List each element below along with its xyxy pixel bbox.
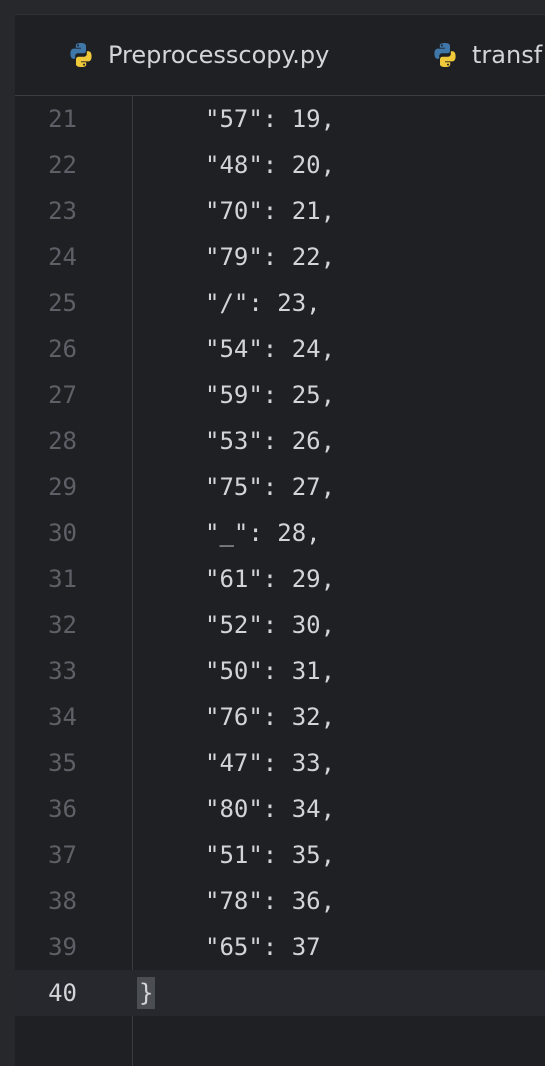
code-line: 36 "80": 34, bbox=[15, 786, 545, 832]
line-text[interactable]: "70": 21, bbox=[205, 197, 335, 225]
code-line: 23 "70": 21, bbox=[15, 188, 545, 234]
top-toolbar-strip bbox=[0, 0, 545, 15]
line-text[interactable]: "47": 33, bbox=[205, 749, 335, 777]
line-number: 39 bbox=[48, 933, 77, 961]
line-number: 30 bbox=[48, 519, 77, 547]
line-number: 21 bbox=[48, 105, 77, 133]
tab-label: transf bbox=[472, 41, 543, 69]
line-number: 31 bbox=[48, 565, 77, 593]
line-number: 34 bbox=[48, 703, 77, 731]
code-line: 33 "50": 31, bbox=[15, 648, 545, 694]
line-number: 37 bbox=[48, 841, 77, 869]
line-number: 33 bbox=[48, 657, 77, 685]
code-line: 29 "75": 27, bbox=[15, 464, 545, 510]
line-text[interactable]: "65": 37 bbox=[205, 933, 321, 961]
line-text[interactable]: "50": 31, bbox=[205, 657, 335, 685]
code-line: 24 "79": 22, bbox=[15, 234, 545, 280]
line-text[interactable]: "48": 20, bbox=[205, 151, 335, 179]
line-text[interactable]: "51": 35, bbox=[205, 841, 335, 869]
code-editor: Preprocesscopy.py transf 21 "57": 19, 22 "… bbox=[0, 0, 545, 1066]
line-text[interactable]: "/": 23, bbox=[205, 289, 321, 317]
python-icon bbox=[434, 43, 456, 67]
line-number: 32 bbox=[48, 611, 77, 639]
code-line: 21 "57": 19, bbox=[15, 96, 545, 142]
line-number: 24 bbox=[48, 243, 77, 271]
line-text[interactable]: "79": 22, bbox=[205, 243, 335, 271]
line-text[interactable]: "52": 30, bbox=[205, 611, 335, 639]
current-code-line: 40} bbox=[15, 970, 545, 1016]
line-number: 23 bbox=[48, 197, 77, 225]
closing-brace-highlight[interactable]: } bbox=[137, 977, 156, 1009]
line-number: 29 bbox=[48, 473, 77, 501]
line-text[interactable]: "75": 27, bbox=[205, 473, 335, 501]
line-number: 22 bbox=[48, 151, 77, 179]
tab-label: Preprocesscopy.py bbox=[108, 41, 330, 69]
line-number: 27 bbox=[48, 381, 77, 409]
code-line: 35 "47": 33, bbox=[15, 740, 545, 786]
code-line: 25 "/": 23, bbox=[15, 280, 545, 326]
tab-preprocesscopy[interactable]: Preprocesscopy.py bbox=[67, 39, 329, 71]
code-line: 22 "48": 20, bbox=[15, 142, 545, 188]
line-number: 28 bbox=[48, 427, 77, 455]
line-text[interactable]: "54": 24, bbox=[205, 335, 335, 363]
code-line: 39 "65": 37 bbox=[15, 924, 545, 970]
line-text[interactable]: "_": 28, bbox=[205, 519, 321, 547]
tab-transf[interactable]: transf bbox=[431, 39, 542, 71]
code-line: 38 "78": 36, bbox=[15, 878, 545, 924]
code-line: 28 "53": 26, bbox=[15, 418, 545, 464]
line-text[interactable]: "78": 36, bbox=[205, 887, 335, 915]
line-number: 26 bbox=[48, 335, 77, 363]
line-number: 35 bbox=[48, 749, 77, 777]
code-line: 26 "54": 24, bbox=[15, 326, 545, 372]
line-text[interactable]: "61": 29, bbox=[205, 565, 335, 593]
editor-tab-bar: Preprocesscopy.py transf bbox=[15, 15, 545, 96]
line-number: 40 bbox=[48, 979, 77, 1007]
code-line: 32 "52": 30, bbox=[15, 602, 545, 648]
line-text[interactable]: "59": 25, bbox=[205, 381, 335, 409]
left-tool-rail bbox=[0, 14, 15, 1066]
python-icon bbox=[70, 43, 92, 67]
code-area[interactable]: 21 "57": 19, 22 "48": 20, 23 "70": 21, 24 "7… bbox=[15, 96, 545, 1016]
line-number: 36 bbox=[48, 795, 77, 823]
code-line: 30 "_": 28, bbox=[15, 510, 545, 556]
line-text[interactable]: "57": 19, bbox=[205, 105, 335, 133]
code-line: 34 "76": 32, bbox=[15, 694, 545, 740]
code-line: 37 "51": 35, bbox=[15, 832, 545, 878]
line-text[interactable]: "53": 26, bbox=[205, 427, 335, 455]
code-line: 27 "59": 25, bbox=[15, 372, 545, 418]
line-text[interactable]: "80": 34, bbox=[205, 795, 335, 823]
line-text[interactable]: "76": 32, bbox=[205, 703, 335, 731]
code-line: 31 "61": 29, bbox=[15, 556, 545, 602]
line-number: 25 bbox=[48, 289, 77, 317]
line-number: 38 bbox=[48, 887, 77, 915]
